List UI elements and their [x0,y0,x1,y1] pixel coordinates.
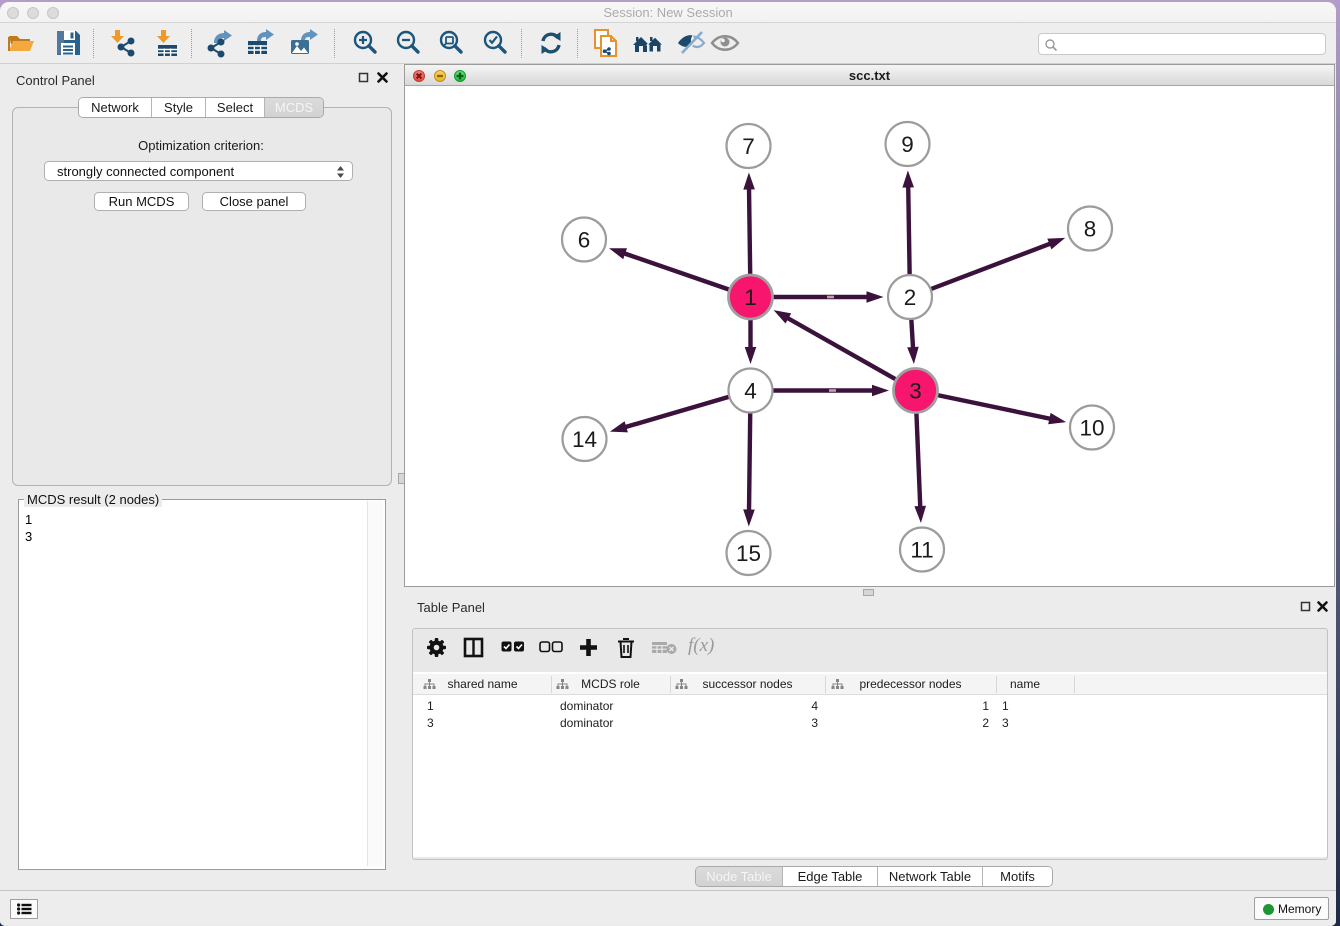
svg-text:9: 9 [901,132,914,157]
svg-text:4: 4 [744,379,757,404]
svg-text:6: 6 [578,228,591,253]
svg-text:15: 15 [736,541,761,566]
svg-text:11: 11 [910,538,933,563]
svg-text:1: 1 [744,285,757,310]
svg-text:3: 3 [909,379,922,404]
svg-text:14: 14 [572,427,597,452]
svg-text:2: 2 [904,285,917,310]
svg-text:10: 10 [1079,416,1104,441]
svg-text:7: 7 [742,134,755,159]
svg-text:8: 8 [1084,217,1097,242]
